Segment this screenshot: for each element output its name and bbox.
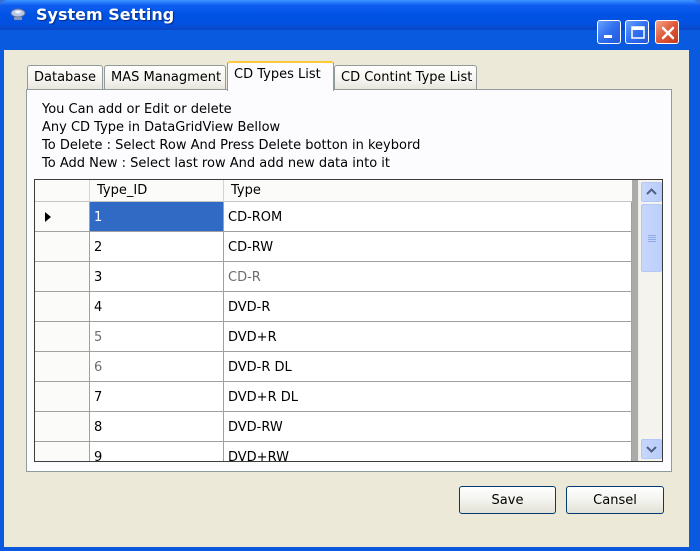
table-row[interactable]: 3 CD-R <box>35 262 632 292</box>
instruction-line: To Add New : Select last row And add new… <box>42 156 390 171</box>
save-button[interactable]: Save <box>459 486 556 514</box>
cell-type-id[interactable]: 5 <box>90 322 224 352</box>
column-header-type[interactable]: Type <box>224 180 632 202</box>
scroll-down-button[interactable] <box>641 439 662 459</box>
cell-type-id[interactable]: 3 <box>90 262 224 292</box>
frame-top <box>0 30 700 50</box>
cell-type[interactable]: DVD-RW <box>224 412 632 442</box>
cell-type[interactable]: DVD+R DL <box>224 382 632 412</box>
cell-type[interactable]: CD-ROM <box>224 202 632 232</box>
cell-type-id[interactable]: 6 <box>90 352 224 382</box>
row-header[interactable] <box>35 412 90 442</box>
cd-types-datagridview[interactable]: Type_ID Type 1 CD-ROM 2 CD-RW 3 CD-R 4 D… <box>34 179 663 462</box>
instruction-line: To Delete : Select Row And Press Delete … <box>42 138 421 153</box>
app-icon <box>8 6 28 24</box>
row-header[interactable] <box>35 442 90 461</box>
row-header[interactable] <box>35 202 90 232</box>
row-header-corner <box>35 180 90 202</box>
instruction-line: You Can add or Edit or delete <box>42 102 232 117</box>
table-row[interactable]: 7 DVD+R DL <box>35 382 632 412</box>
table-row[interactable]: 2 CD-RW <box>35 232 632 262</box>
current-row-arrow-icon <box>45 212 51 222</box>
row-header[interactable] <box>35 352 90 382</box>
row-header[interactable] <box>35 292 90 322</box>
scroll-thumb[interactable] <box>641 204 662 272</box>
cell-type[interactable]: CD-R <box>224 262 632 292</box>
row-header[interactable] <box>35 322 90 352</box>
grip-icon <box>648 239 656 240</box>
column-header-type-id[interactable]: Type_ID <box>90 180 224 202</box>
cell-type-id[interactable]: 7 <box>90 382 224 412</box>
vertical-scrollbar[interactable] <box>638 180 662 461</box>
tab-cd-types-list[interactable]: CD Types List <box>227 61 334 91</box>
table-row[interactable]: 6 DVD-R DL <box>35 352 632 382</box>
instruction-line: Any CD Type in DataGridView Bellow <box>42 120 281 135</box>
table-row[interactable]: 5 DVD+R <box>35 322 632 352</box>
title-bar[interactable]: System Setting <box>0 0 700 30</box>
cell-type[interactable]: DVD+R <box>224 322 632 352</box>
tab-cd-contint-type-list[interactable]: CD Contint Type List <box>334 65 477 90</box>
scroll-up-button[interactable] <box>641 182 662 202</box>
tab-mas-managment[interactable]: MAS Managment <box>104 65 226 90</box>
system-setting-window: System Setting Database MAS Managment CD… <box>0 0 700 551</box>
frame-right <box>689 50 700 551</box>
cell-type[interactable]: DVD+RW <box>224 442 632 461</box>
cell-type-id[interactable]: 8 <box>90 412 224 442</box>
table-row[interactable]: 9 DVD+RW <box>35 442 632 461</box>
grip-icon <box>648 235 656 236</box>
window-title: System Setting <box>36 5 175 24</box>
cell-type-id[interactable]: 9 <box>90 442 224 461</box>
grip-icon <box>648 237 656 238</box>
tab-database[interactable]: Database <box>27 65 103 90</box>
close-button[interactable] <box>655 20 679 44</box>
cell-type[interactable]: DVD-R <box>224 292 632 322</box>
minimize-button[interactable] <box>597 20 621 44</box>
cell-type[interactable]: CD-RW <box>224 232 632 262</box>
row-header[interactable] <box>35 262 90 292</box>
cell-type-id[interactable]: 1 <box>90 202 224 232</box>
table-row[interactable]: 4 DVD-R <box>35 292 632 322</box>
cancel-button[interactable]: Cansel <box>566 486 664 514</box>
cell-type-id[interactable]: 4 <box>90 292 224 322</box>
instructions-text: You Can add or Edit or delete Any CD Typ… <box>42 101 642 173</box>
cell-type[interactable]: DVD-R DL <box>224 352 632 382</box>
frame-bottom <box>0 547 700 551</box>
row-header[interactable] <box>35 232 90 262</box>
row-header[interactable] <box>35 382 90 412</box>
table-row[interactable]: 1 CD-ROM <box>35 202 632 232</box>
table-row[interactable]: 8 DVD-RW <box>35 412 632 442</box>
maximize-button[interactable] <box>625 20 649 44</box>
grip-icon <box>648 241 656 242</box>
grid-header: Type_ID Type <box>35 180 632 202</box>
cell-type-id[interactable]: 2 <box>90 232 224 262</box>
